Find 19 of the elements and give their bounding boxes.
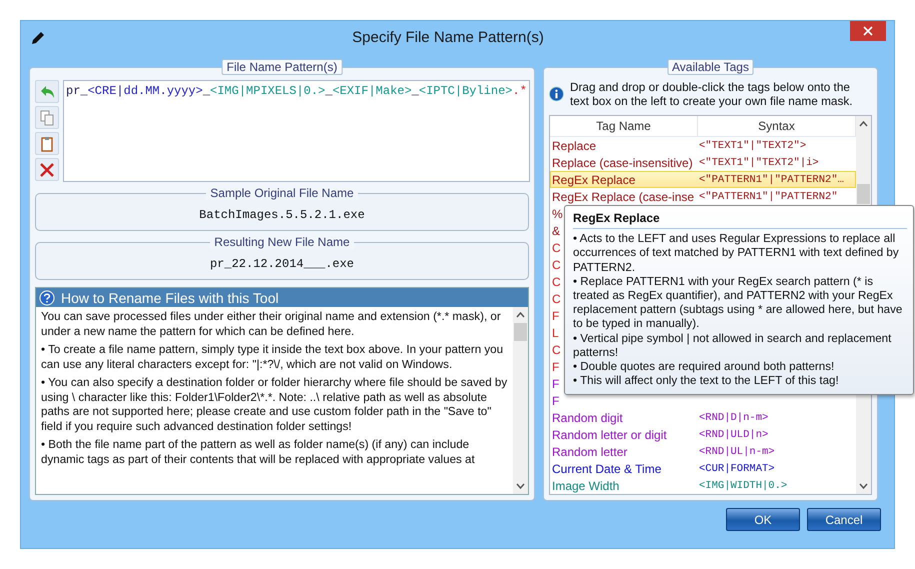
sample-file-name: BatchImages.5.5.2.1.exe xyxy=(199,208,365,222)
help-paragraph: • You can also specify a destination folder or folder hierarchy where file should be saved by using \ character like this: Folder1\Folder2\*.*. Note: ..\ relative path as well as absolute paths are not supported here; please create and use custom folder path in the "Save to" field if you require such advanced destination folder settings! xyxy=(41,376,508,434)
box-title: Sample Original File Name xyxy=(206,186,358,200)
tooltip-text: • Vertical pipe symbol | not allowed in search and replacement patterns! xyxy=(573,332,892,360)
tooltip-text: • Acts to the LEFT and uses Regular Expressions to replace all occurrences of text matched by PATTERN1 with text defined by PATTERN2. xyxy=(573,232,900,275)
group-title: File Name Pattern(s) xyxy=(222,59,342,75)
result-file-name: pr_22.12.2014___.exe xyxy=(210,257,354,271)
group-title: Available Tags xyxy=(667,59,754,75)
tooltip-text: • Double quotes are required around both patterns! xyxy=(573,360,836,374)
tooltip-text: • Replace PATTERN1 with your RegEx search pattern (* is treated as RegEx quantifier), and PATTERN2 with your RegEx replacement pattern (subtags using * are allowed here, but have to be typed in manually). xyxy=(573,274,904,332)
tooltip-text: • This will affect only the text to the LEFT of this tag! xyxy=(573,374,840,388)
window-title: Specify File Name Pattern(s) xyxy=(351,29,545,46)
tooltip-title: RegEx Replace xyxy=(573,209,907,230)
info-text: Drag and drop or double-click the tags below onto the text box on the left to create your own file name mask. xyxy=(570,80,854,108)
box-title: Resulting New File Name xyxy=(210,235,354,249)
help-title: How to Rename Files with this Tool xyxy=(61,290,279,306)
help-paragraph: • Both the file name part of the pattern as well as folder name(s) (if any) can include dynamic tags as part of their contents that will be replaced with appropriate values at xyxy=(41,438,476,467)
help-paragraph: • To create a file name pattern, simply type it inside the text box above. In your pattern you can use any literal characters except for: "|:*?\/, which are not valid on Windows. xyxy=(41,343,504,372)
help-paragraph: You can save processed files under either their original name and extension (*.* mask), or under a new name the pattern for which can be defined here. xyxy=(41,310,502,339)
